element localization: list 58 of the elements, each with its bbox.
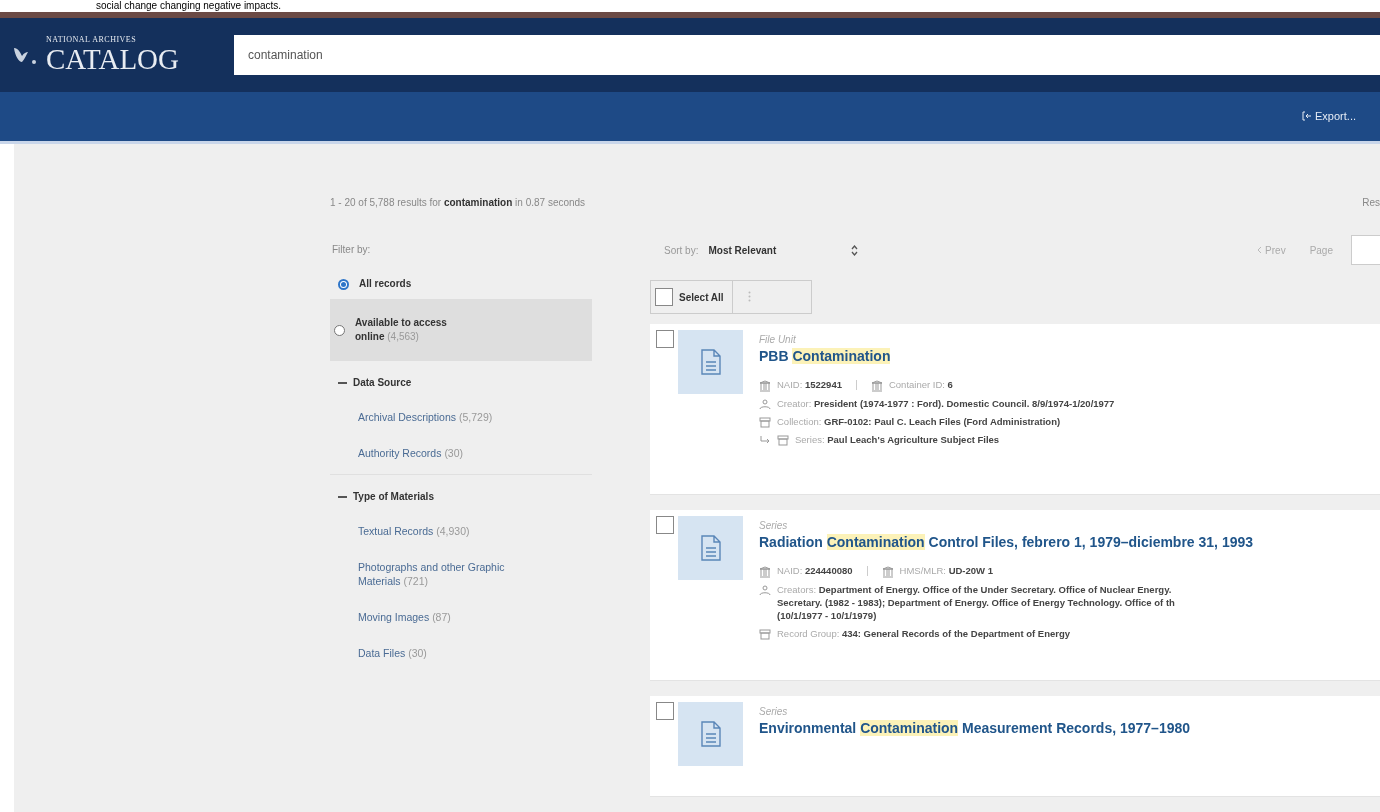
record-type: Series: [759, 706, 789, 717]
document-icon: [699, 720, 722, 748]
record-type: Series: [759, 520, 789, 531]
radio-label[interactable]: All records: [359, 277, 479, 291]
record-detail: Record Group: 434: General Records of the Department of Energy: [777, 627, 1070, 640]
filter-option[interactable]: Photographs and other Graphic Materials (721): [358, 560, 518, 588]
return-arrow-icon: [759, 434, 771, 446]
filter-option[interactable]: Authority Records (30): [358, 446, 518, 460]
result-title-link[interactable]: Environmental Contamination Measurement Records, 1977–1980: [759, 720, 1191, 736]
radio-button[interactable]: [334, 324, 345, 336]
chevron-left-icon: [1257, 245, 1263, 254]
logo-title: CATALOG: [46, 44, 179, 75]
person-icon: [759, 398, 771, 410]
archive-box-icon: [759, 628, 771, 640]
building-icon: [759, 380, 771, 392]
filter-option[interactable]: Data Files (30): [358, 646, 518, 660]
building-icon: [759, 566, 771, 578]
page-field[interactable]: [1351, 235, 1380, 265]
record-id: Container ID: 6: [888, 379, 953, 390]
result-title-link[interactable]: Radiation Contamination Control Files, febrero 1, 1979–diciembre 31, 1993: [759, 534, 1254, 550]
collapse-icon[interactable]: [338, 381, 347, 384]
document-icon: [699, 534, 722, 562]
building-icon: [870, 380, 883, 392]
sort-select[interactable]: Most Relevant: [708, 244, 859, 256]
sort-label: Sort by:: [664, 244, 699, 256]
filter-section-title[interactable]: Data Source: [353, 377, 412, 388]
filter-option[interactable]: Textual Records (4,930): [358, 524, 518, 538]
sort-arrows-icon: [851, 244, 859, 256]
radio-button[interactable]: [338, 278, 349, 290]
building-icon: [881, 566, 894, 578]
collapse-icon[interactable]: [338, 495, 347, 498]
caption-text: social change changing negative impacts.: [96, 0, 282, 12]
logo-subtitle: NATIONAL ARCHIVES: [46, 35, 138, 45]
search-field[interactable]: contamination: [234, 34, 1380, 75]
record-detail: Creator: President (1974-1977 : Ford). Domestic Council. 8/9/1974-1/20/1977: [777, 397, 1115, 410]
filter-option[interactable]: Archival Descriptions (5,729): [358, 410, 518, 424]
record-detail: Collection: GRF-0102: Paul C. Leach Files (Ford Administration): [777, 415, 1061, 428]
record-id: HMS/MLR: UD-20W 1: [899, 565, 993, 576]
archive-box-icon: [759, 416, 771, 428]
export-button[interactable]: Export...: [1298, 106, 1360, 127]
person-icon: [759, 584, 771, 596]
result-checkbox[interactable]: [656, 702, 674, 720]
result-checkbox[interactable]: [656, 516, 674, 534]
result-title-link[interactable]: PBB Contamination: [759, 348, 1115, 364]
record-detail: Series: Paul Leach's Agriculture Subject Files: [795, 433, 1000, 446]
filter-section-title[interactable]: Type of Materials: [353, 491, 434, 502]
export-icon: [1302, 111, 1312, 122]
record-detail: Creators: Department of Energy. Office of the Under Secretary. Office of Nuclear Energy. Secretary. (1982 - 1983); Department of Energy. Office of Energy Technology. Office of th (10/1/1977 - 10/1/1979): [777, 583, 1175, 622]
result-checkbox[interactable]: [656, 330, 674, 348]
record-id: NAID: 1522941: [777, 379, 842, 390]
archive-box-icon: [777, 434, 789, 446]
filter-title: Filter by:: [332, 244, 372, 255]
record-type: File Unit: [759, 334, 797, 345]
filter-option[interactable]: Moving Images (87): [358, 610, 518, 624]
results-summary: 1 - 20 of 5,788 results for contamination in 0.87 seconds: [330, 196, 586, 208]
page-label: Page: [1309, 244, 1333, 256]
record-id: NAID: 224440080: [777, 565, 853, 576]
document-icon: [699, 348, 722, 376]
